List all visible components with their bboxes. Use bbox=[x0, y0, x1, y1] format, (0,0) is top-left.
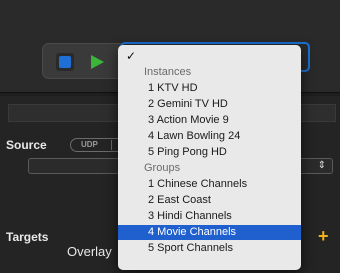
source-label: Source bbox=[6, 138, 47, 152]
chevron-updown-icon: ⇕ bbox=[317, 160, 326, 171]
play-icon bbox=[91, 55, 104, 69]
targets-label: Targets bbox=[6, 230, 49, 244]
menu-section-header: Instances bbox=[144, 66, 192, 78]
stop-icon bbox=[59, 56, 71, 68]
menu-item-instance[interactable]: 1 KTV HD bbox=[118, 81, 301, 96]
segment-divider bbox=[111, 140, 112, 150]
play-button[interactable] bbox=[88, 53, 106, 71]
menu-item-group[interactable]: 1 Chinese Channels bbox=[118, 177, 301, 192]
stop-button[interactable] bbox=[56, 53, 74, 71]
udp-segment[interactable]: UDP bbox=[81, 140, 98, 149]
menu-item-group[interactable]: 5 Sport Channels bbox=[118, 241, 301, 256]
menu-section-header: Groups bbox=[144, 162, 181, 174]
checkmark-icon: ✓ bbox=[126, 49, 137, 63]
transport-controls bbox=[42, 43, 126, 79]
menu-item-instance[interactable]: 2 Gemini TV HD bbox=[118, 97, 301, 112]
menu-item-group[interactable]: 3 Hindi Channels bbox=[118, 209, 301, 224]
overlay-label: Overlay bbox=[67, 244, 112, 259]
menu-item-instance[interactable]: 4 Lawn Bowling 24 bbox=[118, 129, 301, 144]
menu-item-group-selected[interactable]: 4 Movie Channels bbox=[118, 225, 301, 240]
add-target-button[interactable]: + bbox=[318, 227, 329, 245]
menu-item-instance[interactable]: 5 Ping Pong HD bbox=[118, 145, 301, 160]
channel-dropdown-menu: ✓ Instances 1 KTV HD 2 Gemini TV HD 3 Ac… bbox=[118, 45, 301, 270]
menu-item-group[interactable]: 2 East Coast bbox=[118, 193, 301, 208]
menu-item-instance[interactable]: 3 Action Movie 9 bbox=[118, 113, 301, 128]
